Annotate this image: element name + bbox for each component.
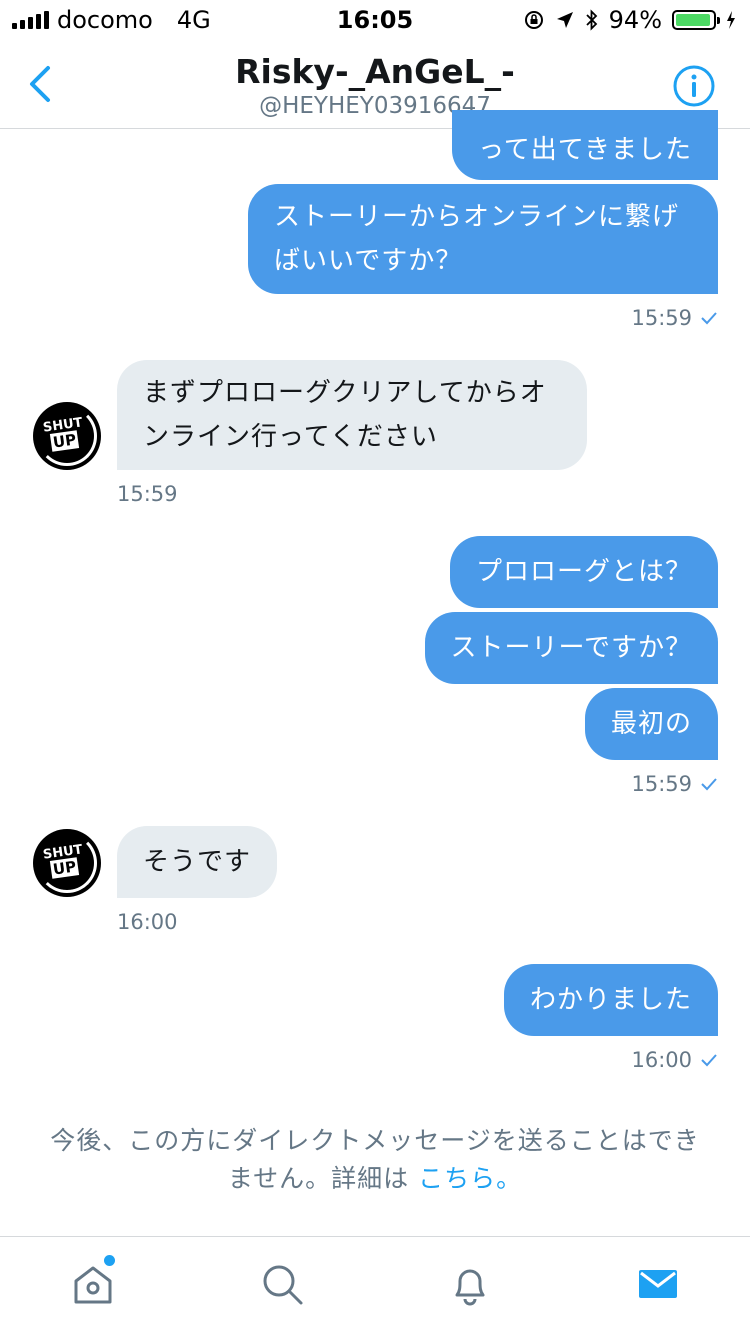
bluetooth-icon <box>586 9 597 31</box>
message-timestamp: 16:00 <box>117 910 178 934</box>
message-timestamp: 15:59 <box>631 772 718 796</box>
message-sent[interactable]: わかりました <box>503 964 718 1036</box>
learn-more-link[interactable]: こちら。 <box>418 1164 522 1193</box>
tab-bar <box>0 1236 750 1334</box>
messages-icon[interactable] <box>633 1259 683 1309</box>
info-button[interactable] <box>672 64 716 108</box>
read-check-icon <box>701 778 717 791</box>
message-sent[interactable]: って出てきました <box>452 110 718 180</box>
search-icon[interactable] <box>257 1259 307 1309</box>
new-content-dot <box>104 1255 115 1266</box>
message-sent[interactable]: ストーリーですか？ <box>424 612 718 684</box>
message-timestamp: 15:59 <box>631 306 718 330</box>
dm-conversation-screen: docomo 4G 16:05 94% Risky-_AnGeL_- @HEYH… <box>0 0 750 1334</box>
read-check-icon <box>701 1054 717 1067</box>
message-timestamp: 15:59 <box>117 482 178 506</box>
notifications-icon[interactable] <box>445 1259 495 1309</box>
battery-percent: 94% <box>608 6 662 34</box>
home-icon[interactable] <box>68 1259 118 1309</box>
battery-icon <box>672 10 720 30</box>
message-sent[interactable]: プロローグとは？ <box>449 536 718 608</box>
dm-disabled-notice: 今後、この方にダイレクトメッセージを送ることはでき ません。詳細は こちら。 <box>50 1126 700 1193</box>
rotation-lock-icon <box>524 11 543 29</box>
read-check-icon <box>701 312 717 325</box>
message-sent[interactable]: 最初の <box>584 688 718 760</box>
charging-icon <box>727 11 735 29</box>
page-title: Risky-_AnGeL_- <box>235 52 515 91</box>
avatar[interactable]: SHUT UP <box>33 829 101 897</box>
message-timestamp: 16:00 <box>631 1048 718 1072</box>
message-sent[interactable]: ストーリーからオンラインに繋げ ばいいですか？ <box>248 184 718 294</box>
avatar[interactable]: SHUT UP <box>33 402 101 470</box>
location-icon <box>556 12 573 28</box>
message-received[interactable]: そうです <box>117 826 278 898</box>
status-bar: docomo 4G 16:05 94% <box>0 0 750 40</box>
message-received[interactable]: まずプロローグクリアしてからオ ンライン行ってください <box>117 360 587 470</box>
